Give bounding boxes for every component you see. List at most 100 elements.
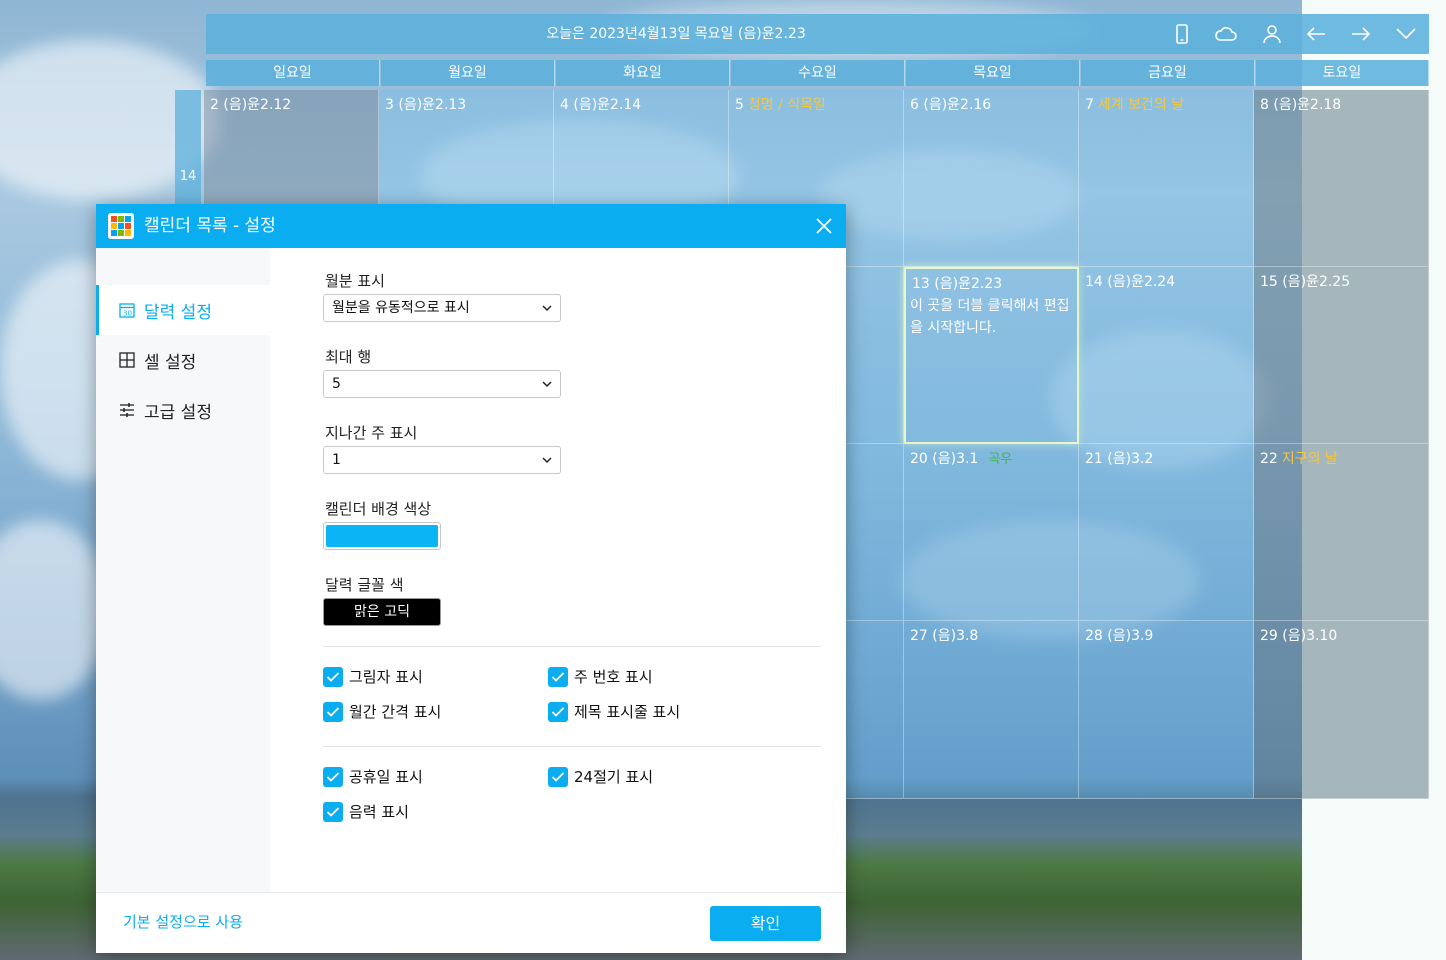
chevron-down-icon[interactable] bbox=[1394, 22, 1418, 46]
day-cell[interactable]: 15 (음)윤2.25 bbox=[1254, 267, 1429, 444]
holiday-label: 세계 보건의 날 bbox=[1097, 97, 1185, 113]
day-cell[interactable]: 27 (음)3.8 bbox=[904, 621, 1079, 799]
day-date: 22 지구의 날 bbox=[1260, 448, 1338, 468]
dialog-title: 캘린더 목록 - 설정 bbox=[144, 216, 276, 236]
weekday-mon: 월요일 bbox=[381, 60, 555, 86]
chevron-down-icon bbox=[542, 457, 552, 464]
today-cell[interactable]: 13 (음)윤2.23 이 곳을 더블 클릭해서 편집을 시작합니다. bbox=[904, 267, 1079, 444]
arrow-right-icon[interactable] bbox=[1349, 22, 1373, 46]
ok-button[interactable]: 확인 bbox=[710, 906, 821, 941]
day-date: 4 (음)윤2.14 bbox=[560, 97, 642, 113]
cloud-icon[interactable] bbox=[1214, 22, 1238, 46]
title-bar-checkbox[interactable]: 제목 표시줄 표시 bbox=[548, 701, 680, 722]
day-number: 7 bbox=[1085, 97, 1094, 113]
svg-text:30: 30 bbox=[123, 310, 132, 318]
checkbox-label: 음력 표시 bbox=[349, 803, 409, 821]
arrow-left-icon[interactable] bbox=[1304, 22, 1328, 46]
settings-content: 월분 표시 월분을 유동적으로 표시 최대 행 5 지나간 주 표시 1 캘린더… bbox=[270, 248, 846, 892]
today-label: 오늘은 2023년4월13일 목요일 (음)윤2.23 bbox=[546, 26, 806, 42]
checkbox-label: 제목 표시줄 표시 bbox=[574, 703, 681, 721]
checkmark-icon bbox=[323, 801, 343, 822]
reset-defaults-link[interactable]: 기본 설정으로 사용 bbox=[123, 893, 243, 951]
checkbox-label: 공휴일 표시 bbox=[349, 768, 423, 786]
week-number: 14 bbox=[179, 169, 197, 184]
cell-placeholder-note: 이 곳을 더블 클릭해서 편집을 시작합니다. bbox=[910, 298, 1070, 336]
day-cell[interactable]: 7 세계 보건의 날 bbox=[1079, 90, 1254, 267]
weekday-sun: 일요일 bbox=[206, 60, 380, 86]
checkmark-icon bbox=[548, 666, 568, 687]
shadow-checkbox[interactable]: 그림자 표시 bbox=[323, 666, 423, 687]
day-cell[interactable]: 20 (음)3.1 곡우 bbox=[904, 444, 1079, 621]
day-date: 14 (음)윤2.24 bbox=[1085, 274, 1176, 290]
weekday-sat: 토요일 bbox=[1256, 60, 1429, 86]
select-value: 5 bbox=[332, 376, 341, 392]
font-color-button[interactable]: 맑은 고딕 bbox=[323, 598, 441, 626]
holiday-label: 청명 / 식목일 bbox=[747, 97, 826, 113]
lunar-checkbox[interactable]: 음력 표시 bbox=[323, 801, 409, 822]
week-number-checkbox[interactable]: 주 번호 표시 bbox=[548, 666, 653, 687]
day-date: 2 (음)윤2.12 bbox=[210, 97, 292, 113]
day-number: 20 (음)3.1 bbox=[910, 451, 979, 467]
bg-color-picker[interactable] bbox=[323, 522, 441, 550]
day-date: 5 청명 / 식목일 bbox=[735, 94, 826, 114]
holidays-checkbox[interactable]: 공휴일 표시 bbox=[323, 766, 423, 787]
day-date: 13 (음)윤2.23 bbox=[912, 276, 1003, 292]
day-cell[interactable]: 29 (음)3.10 bbox=[1254, 621, 1429, 799]
sidebar-item-calendar-settings[interactable]: 30 달력 설정 bbox=[96, 285, 270, 335]
checkbox-label: 그림자 표시 bbox=[349, 668, 423, 686]
day-cell[interactable]: 21 (음)3.2 bbox=[1079, 444, 1254, 621]
phone-icon[interactable] bbox=[1170, 22, 1194, 46]
select-value: 월분을 유동적으로 표시 bbox=[332, 300, 470, 316]
weekday-wed: 수요일 bbox=[731, 60, 905, 86]
day-cell[interactable]: 28 (음)3.9 bbox=[1079, 621, 1254, 799]
app-logo-icon bbox=[108, 213, 134, 239]
weekday-tue: 화요일 bbox=[556, 60, 730, 86]
day-date: 7 세계 보건의 날 bbox=[1085, 94, 1184, 114]
day-date: 29 (음)3.10 bbox=[1260, 628, 1338, 644]
grid-icon bbox=[118, 351, 136, 369]
divider bbox=[323, 646, 821, 647]
settings-sidebar: 30 달력 설정 셀 설정 고급 설정 bbox=[96, 248, 270, 892]
select-value: 1 bbox=[332, 452, 341, 468]
past-weeks-select[interactable]: 1 bbox=[323, 446, 561, 474]
checkbox-label: 24절기 표시 bbox=[574, 768, 654, 786]
close-icon[interactable] bbox=[812, 214, 836, 238]
month-display-label: 월분 표시 bbox=[325, 272, 385, 290]
day-cell[interactable]: 14 (음)윤2.24 bbox=[1079, 267, 1254, 444]
user-icon[interactable] bbox=[1260, 22, 1284, 46]
holiday-label: 지구의 날 bbox=[1281, 451, 1338, 467]
color-swatch bbox=[326, 525, 438, 547]
month-gap-checkbox[interactable]: 월간 간격 표시 bbox=[323, 701, 441, 722]
day-cell[interactable]: 6 (음)윤2.16 bbox=[904, 90, 1079, 267]
weekday-fri: 금요일 bbox=[1081, 60, 1255, 86]
dialog-footer: 기본 설정으로 사용 확인 bbox=[96, 892, 846, 953]
day-date: 20 (음)3.1 곡우 bbox=[910, 448, 1012, 468]
calendar-icon: 30 bbox=[118, 301, 136, 319]
dialog-titlebar: 캘린더 목록 - 설정 bbox=[96, 204, 846, 248]
day-date: 3 (음)윤2.13 bbox=[385, 97, 467, 113]
weekday-thu: 목요일 bbox=[906, 60, 1080, 86]
day-date: 15 (음)윤2.25 bbox=[1260, 274, 1351, 290]
sidebar-item-label: 달력 설정 bbox=[144, 302, 212, 323]
day-cell[interactable]: 8 (음)윤2.18 bbox=[1254, 90, 1429, 267]
day-cell[interactable]: 22 지구의 날 bbox=[1254, 444, 1429, 621]
checkbox-label: 주 번호 표시 bbox=[574, 668, 653, 686]
sidebar-item-advanced-settings[interactable]: 고급 설정 bbox=[96, 385, 270, 435]
sidebar-item-cell-settings[interactable]: 셀 설정 bbox=[96, 335, 270, 385]
checkmark-icon bbox=[548, 766, 568, 787]
checkmark-icon bbox=[323, 701, 343, 722]
month-display-select[interactable]: 월분을 유동적으로 표시 bbox=[323, 294, 561, 322]
day-date: 28 (음)3.9 bbox=[1085, 628, 1154, 644]
chevron-down-icon bbox=[542, 305, 552, 312]
chevron-down-icon bbox=[542, 381, 552, 388]
checkmark-icon bbox=[548, 701, 568, 722]
solar-term-label: 곡우 bbox=[988, 452, 1013, 467]
checkmark-icon bbox=[323, 766, 343, 787]
divider bbox=[323, 746, 821, 747]
day-date: 8 (음)윤2.18 bbox=[1260, 97, 1342, 113]
day-number: 22 bbox=[1260, 451, 1278, 467]
sidebar-item-label: 고급 설정 bbox=[144, 402, 212, 423]
max-rows-select[interactable]: 5 bbox=[323, 370, 561, 398]
solar-terms-checkbox[interactable]: 24절기 표시 bbox=[548, 766, 653, 787]
checkmark-icon bbox=[323, 666, 343, 687]
